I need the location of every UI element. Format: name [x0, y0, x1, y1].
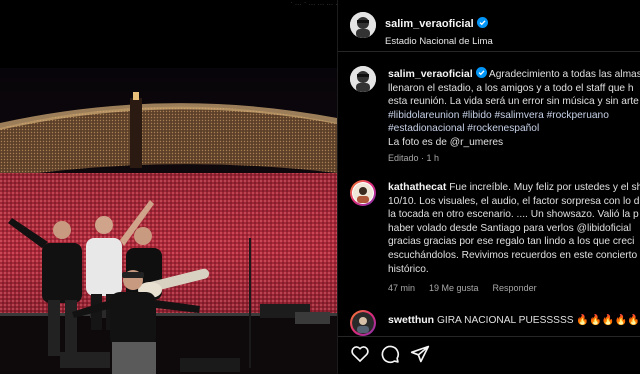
comment-line: GIRA NACIONAL PUESSSSS 🔥🔥🔥🔥🔥🔥 [436, 315, 640, 326]
comment-line: histórico. [388, 263, 429, 275]
comment-avatar[interactable] [350, 310, 376, 336]
caption-line: llenaron el estadio, a los amigos y a to… [388, 82, 634, 94]
instagram-post-view: · ... · ... ... ... ... salim_veraoficia… [0, 0, 640, 374]
concert-photo-illustration [0, 68, 337, 374]
comment-line: haber volado desde Santiago para verlos … [388, 222, 632, 234]
post-caption: salim_veraoficial Agradecimiento a todas… [388, 67, 640, 163]
comment-username[interactable]: swetthun [388, 314, 434, 326]
caption-meta: Editado · 1 h [388, 152, 440, 163]
comment-likes[interactable]: 19 Me gusta [429, 283, 479, 293]
comment-item: swetthun GIRA NACIONAL PUESSSSS 🔥🔥🔥🔥🔥🔥 [388, 314, 640, 328]
caption-line: esta reunión. La vida será un error sin … [388, 96, 639, 108]
comment-line: 10/10. Los visuales, el audio, el factor… [388, 195, 640, 207]
photo-credit: La foto es de @r_umeres [388, 136, 504, 148]
reply-button[interactable]: Responder [493, 283, 537, 293]
avatar-image [352, 182, 374, 204]
comment-time: 47 min [388, 283, 416, 294]
hashtags-line[interactable]: #estadionacional #rockenespañol [388, 122, 640, 136]
header-username[interactable]: salim_veraoficial [385, 18, 474, 30]
verified-badge-icon [475, 67, 487, 78]
post-photo[interactable] [0, 68, 337, 374]
hashtags-line[interactable]: #libidolareunion #libido #salimvera #roc… [388, 109, 640, 123]
post-header: salim_veraoficial Estadio Nacional de Li… [338, 0, 640, 52]
comment-username[interactable]: kathathecat [388, 181, 446, 193]
avatar-image [350, 66, 376, 92]
header-text: salim_veraoficial Estadio Nacional de Li… [385, 14, 625, 47]
post-location[interactable]: Estadio Nacional de Lima [385, 36, 625, 47]
comment-line: Fue increíble. Muy feliz por ustedes y e… [449, 182, 640, 193]
post-detail-panel: salim_veraoficial Estadio Nacional de Li… [337, 0, 640, 374]
caption-avatar[interactable] [350, 66, 376, 92]
caption-line: Agradecimiento a todas las almas [488, 69, 640, 80]
comment-line: escuchándolos. Revivimos recuerdos en es… [388, 249, 638, 261]
comment-meta: 47 min 19 Me gusta Responder [388, 283, 640, 293]
avatar-image [352, 312, 374, 334]
author-avatar[interactable] [350, 12, 376, 38]
comment-item: kathathecat Fue increíble. Muy feliz por… [388, 181, 640, 293]
caption-username[interactable]: salim_veraoficial [388, 68, 473, 80]
actions-divider [338, 336, 640, 337]
comment-avatar[interactable] [350, 180, 376, 206]
avatar-image [350, 12, 376, 38]
comment-line: la tocada en otro escenario. .... Un sho… [388, 209, 639, 221]
comment-line: gracias gracias por ese regalo tan lindo… [388, 236, 635, 248]
verified-badge-icon [476, 17, 488, 28]
comment-icon[interactable] [380, 344, 400, 364]
top-faded-caption: · ... · ... ... ... ... [290, 0, 337, 7]
share-icon[interactable] [410, 344, 430, 364]
heart-icon[interactable] [350, 344, 370, 364]
